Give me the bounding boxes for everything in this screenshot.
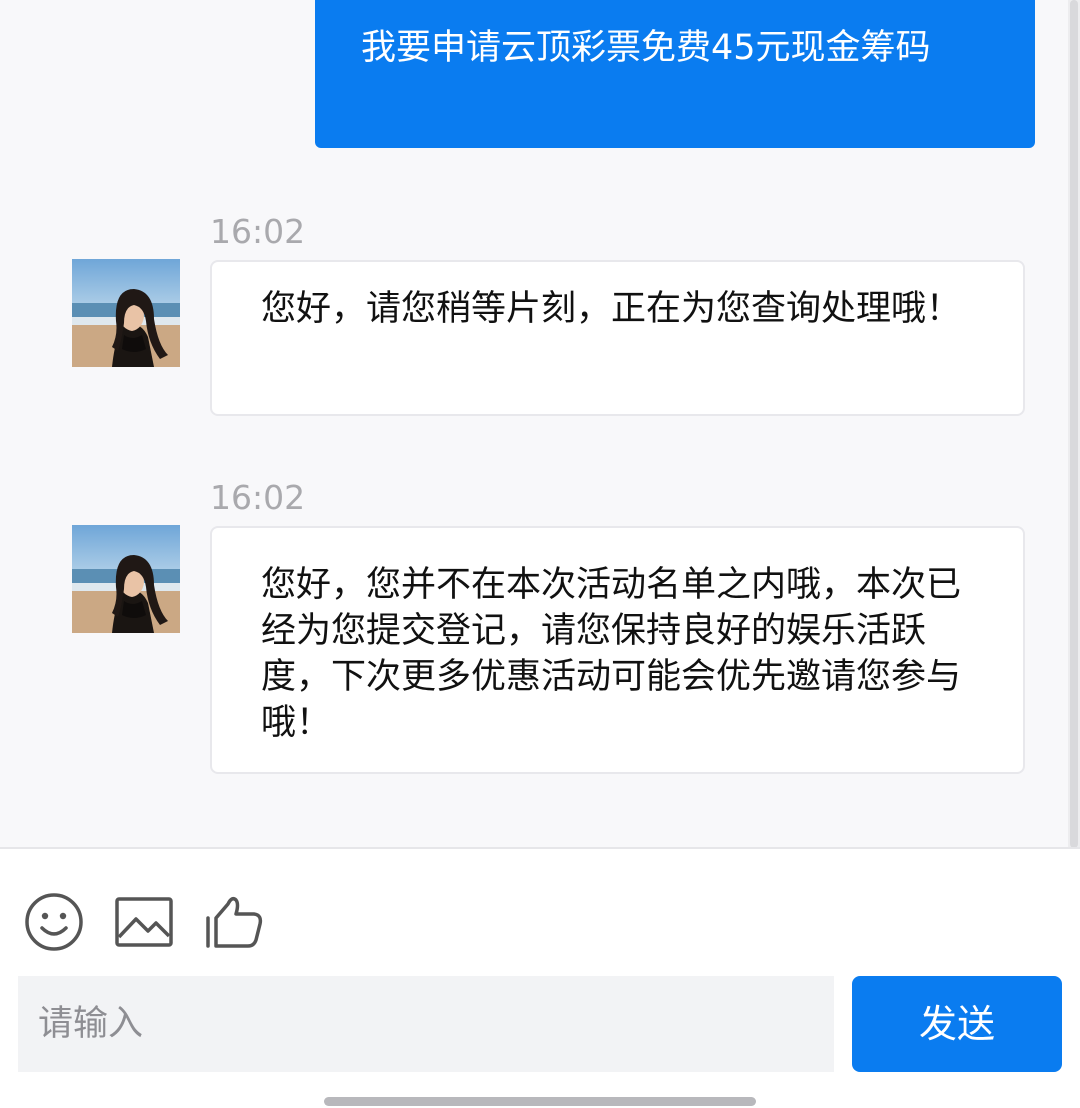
- incoming-message-bubble: 您好，请您稍等片刻，正在为您查询处理哦！: [210, 260, 1025, 416]
- agent-avatar[interactable]: [72, 525, 180, 633]
- agent-avatar[interactable]: [72, 259, 180, 367]
- incoming-message-bubble: 您好，您并不在本次活动名单之内哦，本次已经为您提交登记，请您保持良好的娱乐活跃度…: [210, 526, 1025, 774]
- scrollbar[interactable]: [1068, 0, 1080, 848]
- chat-message-list[interactable]: 我要申请云顶彩票免费45元现金筹码 16:02 您好，请您稍等片刻，正在为您查询…: [0, 0, 1080, 848]
- message-timestamp: 16:02: [210, 478, 306, 517]
- message-input[interactable]: [18, 976, 834, 1072]
- image-icon[interactable]: [112, 890, 176, 954]
- message-timestamp: 16:02: [210, 212, 306, 251]
- scrollbar-thumb[interactable]: [1070, 0, 1078, 848]
- home-indicator: [324, 1097, 756, 1106]
- emoji-icon[interactable]: [22, 890, 86, 954]
- send-button[interactable]: 发送: [852, 976, 1062, 1072]
- composer-divider: [0, 847, 1080, 849]
- outgoing-message-bubble: 我要申请云顶彩票免费45元现金筹码: [315, 0, 1035, 148]
- thumbs-up-icon[interactable]: [202, 890, 266, 954]
